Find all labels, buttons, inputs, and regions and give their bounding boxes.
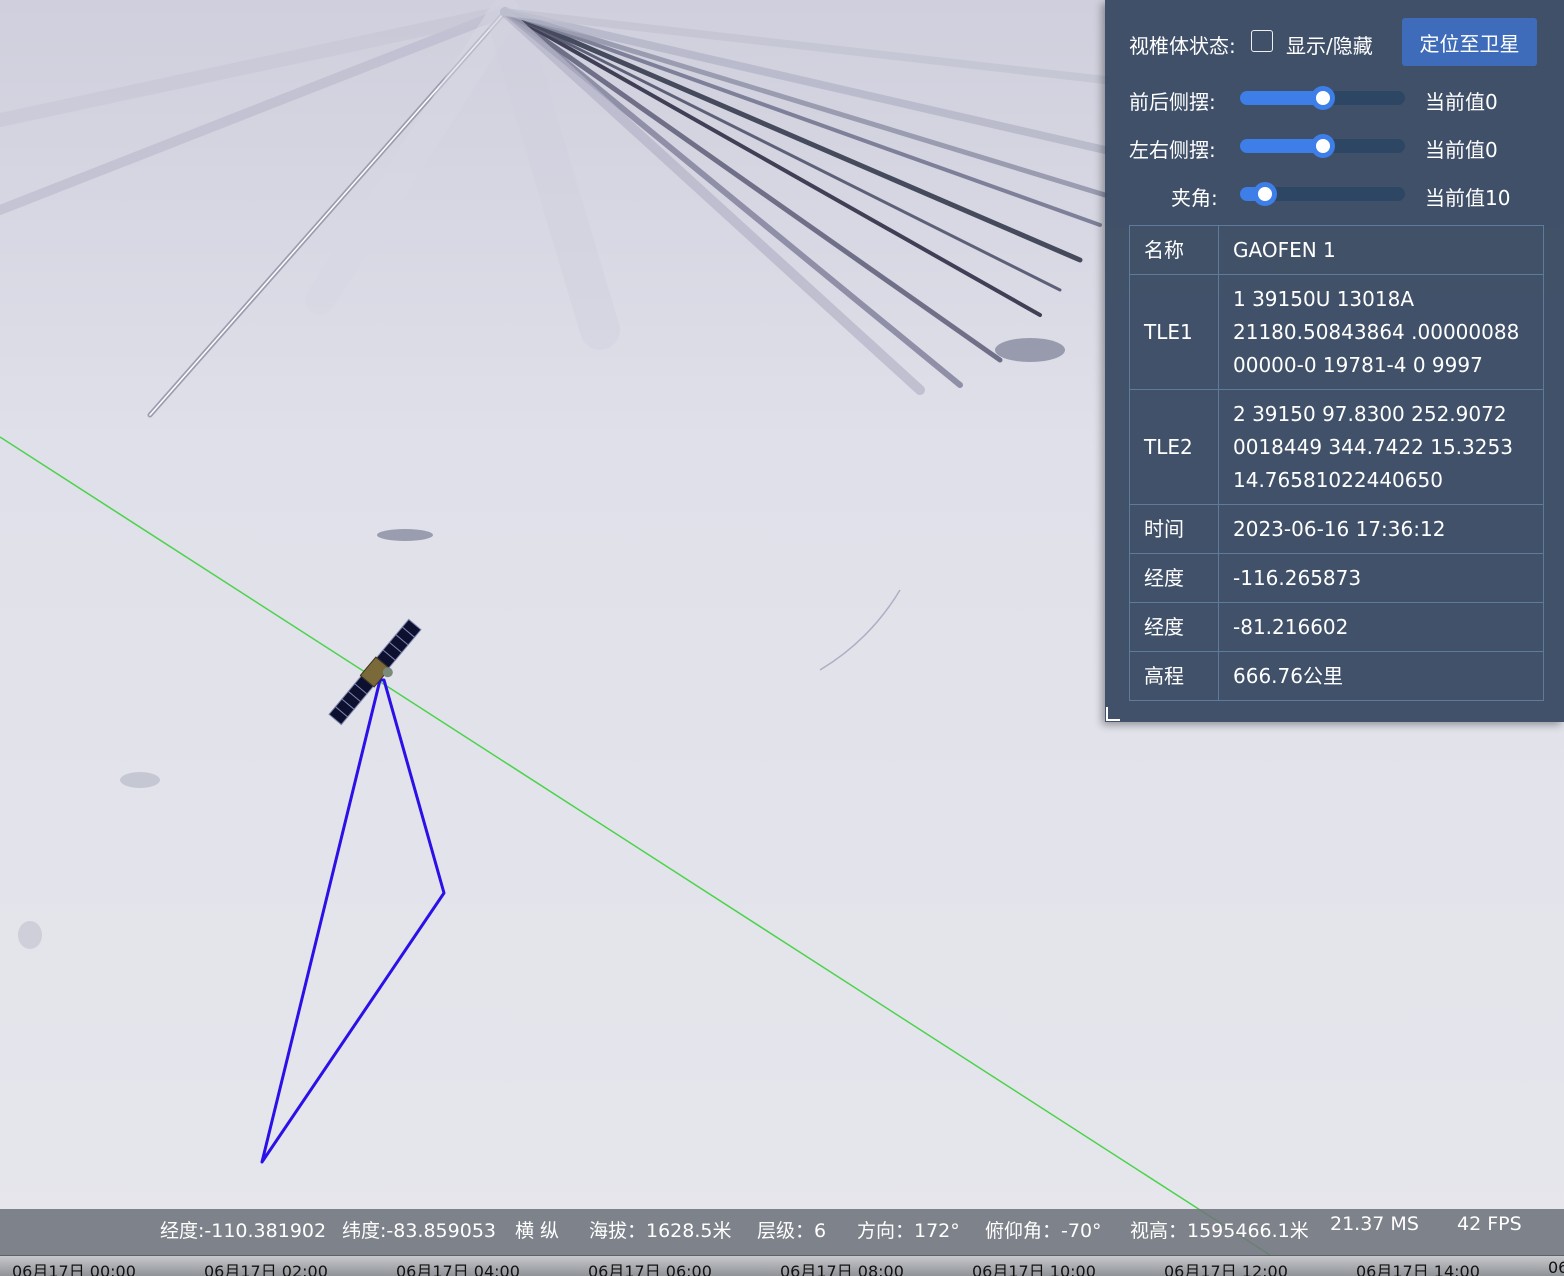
timeline-tick: 06月17日 12:00 [1164, 1262, 1288, 1276]
panel-resize-corner[interactable] [1106, 707, 1120, 721]
frame-time: 21.37 MS [1330, 1213, 1419, 1235]
timeline-tick: 06月17日 02:00 [204, 1262, 328, 1276]
row-value: GAOFEN 1 [1218, 225, 1544, 275]
altitude-readout: 海拔：1628.5米 [589, 1220, 732, 1242]
table-row: TLE1 1 39150U 13018A 21180.50843864 .000… [1129, 274, 1544, 390]
timeline-tick: 06月17日 14:00 [1356, 1262, 1480, 1276]
mouse-longitude: 经度:-110.381902 [160, 1220, 327, 1242]
mouse-latitude: 纬度:-83.859053 [342, 1220, 497, 1242]
row-value: 2023-06-16 17:36:12 [1218, 504, 1544, 554]
row-value: 666.76公里 [1218, 651, 1544, 701]
roll-swing-slider[interactable] [1240, 134, 1405, 158]
timeline-tick: 06月17日 04:00 [396, 1262, 520, 1276]
pitch-swing-value: 当前值0 [1425, 90, 1498, 114]
row-key: TLE1 [1129, 274, 1219, 390]
coordinate-mode[interactable]: 横 纵 [515, 1216, 559, 1243]
roll-swing-label: 左右侧摆: [1129, 138, 1216, 162]
table-row: 经度 -116.265873 [1129, 553, 1544, 603]
timeline-tick: 06月17日 00:00 [12, 1262, 136, 1276]
zoom-level: 层级：6 [757, 1220, 827, 1242]
row-key: 经度 [1129, 602, 1219, 652]
pitch-swing-slider[interactable] [1240, 86, 1405, 110]
satellite-info-table: 名称 GAOFEN 1 TLE1 1 39150U 13018A 21180.5… [1129, 225, 1544, 701]
row-key: 名称 [1129, 225, 1219, 275]
angle-row: 夹角: 当前值10 [1105, 176, 1564, 212]
frustum-state-label: 视椎体状态: [1129, 34, 1236, 58]
row-value: -116.265873 [1218, 553, 1544, 603]
row-key: TLE2 [1129, 389, 1219, 505]
frustum-toggle-checkbox[interactable] [1251, 30, 1273, 52]
slider-thumb[interactable] [1253, 182, 1277, 206]
fps-counter: 42 FPS [1457, 1213, 1522, 1235]
angle-value: 当前值10 [1425, 186, 1511, 210]
timeline-bar[interactable]: 06月17日 00:00 06月17日 02:00 06月17日 04:00 0… [0, 1255, 1564, 1276]
slider-thumb[interactable] [1311, 86, 1335, 110]
view-height-readout: 视高：1595466.1米 [1130, 1220, 1309, 1242]
row-value: 1 39150U 13018A 21180.50843864 .00000088… [1218, 274, 1544, 390]
pitch-swing-label: 前后侧摆: [1129, 90, 1216, 114]
status-bar: 经度:-110.381902 纬度:-83.859053 横 纵 海拔：1628… [0, 1209, 1564, 1255]
satellite-control-panel: 视椎体状态: 显示/隐藏 定位至卫星 前后侧摆: 当前值0 左右侧摆: 当前值0… [1105, 0, 1564, 722]
locate-satellite-button[interactable]: 定位至卫星 [1402, 18, 1537, 66]
roll-swing-value: 当前值0 [1425, 138, 1498, 162]
angle-slider[interactable] [1240, 182, 1405, 206]
table-row: 名称 GAOFEN 1 [1129, 225, 1544, 275]
angle-label: 夹角: [1171, 186, 1218, 210]
row-key: 经度 [1129, 553, 1219, 603]
timeline-tick: 06月17日 10:00 [972, 1262, 1096, 1276]
table-row: 高程 666.76公里 [1129, 651, 1544, 701]
row-key: 高程 [1129, 651, 1219, 701]
heading-readout: 方向：172° [857, 1220, 960, 1242]
timeline-tick: 06月17日 08:00 [780, 1262, 904, 1276]
table-row: TLE2 2 39150 97.8300 252.9072 0018449 34… [1129, 389, 1544, 505]
row-key: 时间 [1129, 504, 1219, 554]
table-row: 经度 -81.216602 [1129, 602, 1544, 652]
pitch-readout: 俯仰角：-70° [985, 1220, 1102, 1242]
slider-thumb[interactable] [1311, 134, 1335, 158]
pitch-swing-row: 前后侧摆: 当前值0 [1105, 80, 1564, 116]
frustum-toggle-label[interactable]: 显示/隐藏 [1286, 30, 1373, 59]
table-row: 时间 2023-06-16 17:36:12 [1129, 504, 1544, 554]
timeline-tick: 06 [1548, 1258, 1564, 1276]
row-value: -81.216602 [1218, 602, 1544, 652]
timeline-tick: 06月17日 06:00 [588, 1262, 712, 1276]
roll-swing-row: 左右侧摆: 当前值0 [1105, 128, 1564, 164]
row-value: 2 39150 97.8300 252.9072 0018449 344.742… [1218, 389, 1544, 505]
